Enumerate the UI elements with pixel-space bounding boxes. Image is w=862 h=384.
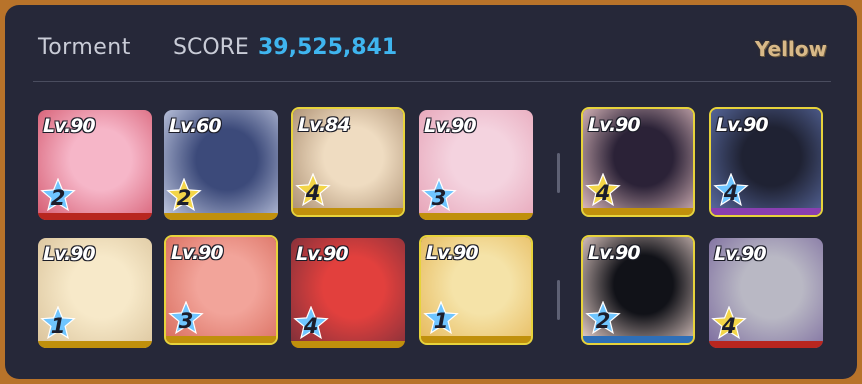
armor-type: Yellow [754,37,827,61]
level-label: Lv.84 [298,114,351,136]
difficulty-label: Torment [38,35,131,60]
star-badge: 1 [40,306,76,340]
star-badge: 2 [166,178,202,212]
star-count: 1 [433,309,449,333]
level-label: Lv.90 [588,242,641,264]
star-badge: 2 [585,301,621,335]
star-count: 2 [176,186,192,210]
star-count: 3 [431,186,447,210]
attack-type-bar [709,341,823,348]
special-slot[interactable]: Lv.90 2 [581,235,695,345]
star-badge: 4 [711,306,747,340]
attack-type-bar [291,341,405,348]
special-slot[interactable]: Lv.90 4 [581,107,695,217]
attack-type-bar [711,208,821,215]
striker-slot[interactable]: Lv.90 1 [38,238,152,348]
star-count: 4 [723,181,739,205]
star-badge: 4 [293,306,329,340]
header-divider [33,81,831,82]
star-badge: 3 [168,301,204,335]
special-slot[interactable]: Lv.90 4 [709,238,823,348]
star-count: 4 [721,314,737,338]
level-label: Lv.90 [296,243,349,265]
striker-slot[interactable]: Lv.90 4 [291,238,405,348]
star-count: 3 [178,309,194,333]
star-badge: 3 [421,178,457,212]
attack-type-bar [38,213,152,220]
striker-slot[interactable]: Lv.90 3 [164,235,278,345]
team-card: Torment SCORE 39,525,841 Yellow Lv.90 2 Lv… [5,5,857,379]
star-count: 1 [50,314,66,338]
star-count: 4 [595,181,611,205]
attack-type-bar [419,213,533,220]
score-label: SCORE [173,35,249,60]
striker-slot[interactable]: Lv.84 4 [291,107,405,217]
attack-type-bar [293,208,403,215]
level-label: Lv.60 [169,115,222,137]
separator [557,280,560,320]
striker-slot[interactable]: Lv.90 1 [419,235,533,345]
star-count: 2 [50,186,66,210]
separator [557,153,560,193]
level-label: Lv.90 [714,243,767,265]
attack-type-bar [164,213,278,220]
attack-type-bar [421,336,531,343]
level-label: Lv.90 [716,114,769,136]
level-label: Lv.90 [426,242,479,264]
star-count: 4 [303,314,319,338]
star-badge: 4 [585,173,621,207]
level-label: Lv.90 [43,115,96,137]
attack-type-bar [166,336,276,343]
attack-type-bar [38,341,152,348]
attack-type-bar [583,208,693,215]
header: Torment SCORE 39,525,841 Yellow [5,5,857,83]
special-slot[interactable]: Lv.90 4 [709,107,823,217]
star-badge: 2 [40,178,76,212]
level-label: Lv.90 [424,115,477,137]
star-badge: 4 [713,173,749,207]
striker-slot[interactable]: Lv.60 2 [164,110,278,220]
level-label: Lv.90 [43,243,96,265]
striker-slot[interactable]: Lv.90 2 [38,110,152,220]
star-badge: 1 [423,301,459,335]
star-count: 4 [305,181,321,205]
striker-slot[interactable]: Lv.90 3 [419,110,533,220]
level-label: Lv.90 [171,242,224,264]
attack-type-bar [583,336,693,343]
star-badge: 4 [295,173,331,207]
star-count: 2 [595,309,611,333]
score-value: 39,525,841 [258,35,398,60]
level-label: Lv.90 [588,114,641,136]
